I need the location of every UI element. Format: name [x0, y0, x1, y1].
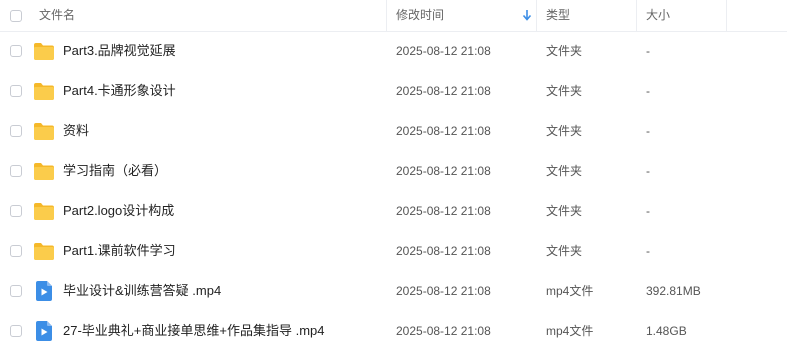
folder-icon: [33, 201, 55, 221]
file-size: -: [646, 124, 650, 138]
column-divider[interactable]: [636, 0, 637, 32]
file-row[interactable]: Part2.logo设计构成 2025-08-12 21:08 文件夹 -: [0, 191, 787, 231]
folder-icon: [33, 161, 55, 181]
file-list: 文件名 修改时间 类型 大小 Part3.品牌视觉延展 2025-08-12 2…: [0, 0, 787, 361]
file-name[interactable]: Part1.课前软件学习: [63, 231, 176, 271]
file-list-header: 文件名 修改时间 类型 大小: [0, 0, 787, 32]
file-type: 文件夹: [546, 204, 583, 218]
row-checkbox[interactable]: [10, 85, 22, 97]
sort-down-arrow-icon[interactable]: [522, 9, 532, 21]
column-header-type[interactable]: 类型: [546, 0, 570, 31]
file-name[interactable]: Part3.品牌视觉延展: [63, 31, 176, 71]
video-file-icon: [36, 281, 52, 301]
file-name[interactable]: Part4.卡通形象设计: [63, 71, 176, 111]
file-name[interactable]: 学习指南（必看）: [63, 151, 167, 191]
file-row[interactable]: 毕业设计&训练营答疑 .mp4 2025-08-12 21:08 mp4文件 3…: [0, 271, 787, 311]
folder-icon: [33, 41, 55, 61]
file-type: 文件夹: [546, 44, 583, 58]
file-row[interactable]: Part4.卡通形象设计 2025-08-12 21:08 文件夹 -: [0, 71, 787, 111]
file-type: 文件夹: [546, 244, 583, 258]
file-modified-time: 2025-08-12 21:08: [396, 204, 491, 218]
file-size: -: [646, 84, 650, 98]
select-all-checkbox[interactable]: [10, 10, 22, 22]
row-checkbox[interactable]: [10, 285, 22, 297]
file-modified-time: 2025-08-12 21:08: [396, 244, 491, 258]
column-divider[interactable]: [536, 0, 537, 32]
file-name[interactable]: Part2.logo设计构成: [63, 191, 174, 231]
file-type: 文件夹: [546, 164, 583, 178]
row-checkbox[interactable]: [10, 165, 22, 177]
row-checkbox[interactable]: [10, 45, 22, 57]
file-modified-time: 2025-08-12 21:08: [396, 124, 491, 138]
file-name[interactable]: 资料: [63, 111, 89, 151]
file-modified-time: 2025-08-12 21:08: [396, 164, 491, 178]
file-modified-time: 2025-08-12 21:08: [396, 44, 491, 58]
file-modified-time: 2025-08-12 21:08: [396, 284, 491, 298]
column-header-name[interactable]: 文件名: [39, 0, 75, 31]
file-type: 文件夹: [546, 124, 583, 138]
file-size: -: [646, 164, 650, 178]
folder-icon: [33, 241, 55, 261]
file-row[interactable]: Part1.课前软件学习 2025-08-12 21:08 文件夹 -: [0, 231, 787, 271]
file-row[interactable]: 资料 2025-08-12 21:08 文件夹 -: [0, 111, 787, 151]
folder-icon: [33, 81, 55, 101]
row-checkbox[interactable]: [10, 125, 22, 137]
file-size: -: [646, 244, 650, 258]
column-header-modified[interactable]: 修改时间: [396, 0, 444, 31]
row-checkbox[interactable]: [10, 205, 22, 217]
file-modified-time: 2025-08-12 21:08: [396, 84, 491, 98]
row-checkbox[interactable]: [10, 245, 22, 257]
column-divider[interactable]: [726, 0, 727, 32]
file-size: -: [646, 204, 650, 218]
file-name[interactable]: 毕业设计&训练营答疑 .mp4: [63, 271, 221, 311]
file-type: mp4文件: [546, 324, 594, 338]
file-size: -: [646, 44, 650, 58]
file-modified-time: 2025-08-12 21:08: [396, 324, 491, 338]
file-row[interactable]: 学习指南（必看） 2025-08-12 21:08 文件夹 -: [0, 151, 787, 191]
file-size: 392.81MB: [646, 284, 701, 298]
column-header-size[interactable]: 大小: [646, 0, 670, 31]
file-name[interactable]: 27-毕业典礼+商业接单思维+作品集指导 .mp4: [63, 311, 325, 351]
file-row[interactable]: 27-毕业典礼+商业接单思维+作品集指导 .mp4 2025-08-12 21:…: [0, 311, 787, 351]
column-divider[interactable]: [386, 0, 387, 32]
row-checkbox[interactable]: [10, 325, 22, 337]
file-row[interactable]: Part3.品牌视觉延展 2025-08-12 21:08 文件夹 -: [0, 31, 787, 71]
file-size: 1.48GB: [646, 324, 687, 338]
file-type: 文件夹: [546, 84, 583, 98]
video-file-icon: [36, 321, 52, 341]
folder-icon: [33, 121, 55, 141]
file-type: mp4文件: [546, 284, 594, 298]
